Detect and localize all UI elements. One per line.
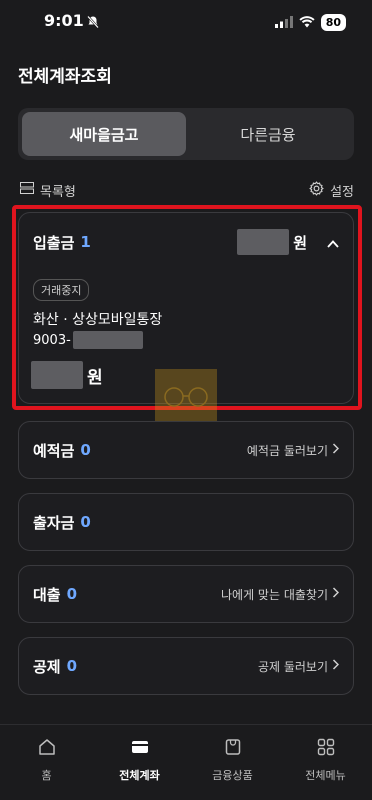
tab-home[interactable]: 홈 bbox=[0, 725, 93, 800]
tab-label: 금융상품 bbox=[212, 769, 253, 782]
chevron-right-icon bbox=[332, 443, 340, 457]
masked-amount bbox=[237, 229, 290, 255]
category-name: 입출금 bbox=[33, 233, 75, 252]
gear-icon bbox=[309, 180, 324, 200]
grid-icon bbox=[316, 737, 336, 760]
savings-card[interactable]: 예적금 0 예적금 둘러보기 bbox=[18, 421, 354, 479]
link-label: 공제 둘러보기 bbox=[257, 659, 328, 674]
tab-label: 홈 bbox=[41, 769, 52, 782]
tab-label: 전체메뉴 bbox=[305, 769, 346, 782]
loan-card[interactable]: 대출 0 나에게 맞는 대출찾기 bbox=[18, 565, 354, 623]
signal-icon bbox=[274, 13, 293, 32]
category-name: 대출 bbox=[33, 585, 61, 604]
battery-indicator: 80 bbox=[320, 14, 346, 31]
status-bar: 9:01 80 bbox=[0, 0, 372, 44]
bell-slash-icon bbox=[86, 14, 100, 33]
category-count: 0 bbox=[66, 657, 78, 675]
category-count: 0 bbox=[80, 513, 91, 531]
tab-all-accounts[interactable]: 전체계좌 bbox=[93, 725, 186, 800]
category-count: 0 bbox=[80, 441, 91, 459]
link-label: 예적금 둘러보기 bbox=[246, 443, 328, 458]
tab-other-finance[interactable]: 다른금융 bbox=[186, 112, 350, 156]
account-number: 9003- bbox=[33, 331, 143, 349]
wifi-icon bbox=[299, 13, 315, 32]
account-number-prefix: 9003- bbox=[33, 332, 71, 348]
list-view-label: 목록형 bbox=[40, 184, 76, 200]
insurance-card[interactable]: 공제 0 공제 둘러보기 bbox=[18, 637, 354, 695]
link-label: 나에게 맞는 대출찾기 bbox=[221, 587, 328, 602]
chevron-right-icon bbox=[332, 659, 340, 673]
category-count: 1 bbox=[80, 233, 91, 251]
status-time: 9:01 bbox=[44, 11, 84, 30]
masked-balance bbox=[31, 361, 83, 389]
list-view-toggle[interactable]: 목록형 bbox=[20, 181, 76, 200]
browse-savings-link[interactable]: 예적금 둘러보기 bbox=[246, 442, 340, 459]
balance-currency-unit: 원 bbox=[87, 367, 103, 388]
chevron-up-icon[interactable] bbox=[327, 233, 339, 252]
bottom-tab-bar: 홈 전체계좌 금융상품 전체메뉴 bbox=[0, 724, 372, 800]
page-title: 전체계좌조회 bbox=[18, 67, 112, 87]
settings-button[interactable]: 설정 bbox=[309, 180, 354, 200]
list-icon bbox=[20, 182, 34, 198]
tab-financial-products[interactable]: 금융상품 bbox=[186, 725, 279, 800]
card-icon bbox=[130, 737, 150, 760]
chevron-right-icon bbox=[332, 587, 340, 601]
category-name: 공제 bbox=[33, 657, 61, 676]
category-count: 0 bbox=[66, 585, 78, 603]
status-badge: 거래중지 bbox=[33, 279, 90, 301]
tab-all-menu[interactable]: 전체메뉴 bbox=[279, 725, 372, 800]
investment-card[interactable]: 출자금 0 bbox=[18, 493, 354, 551]
list-toolbar: 목록형 설정 bbox=[20, 180, 354, 200]
tab-label: 전체계좌 bbox=[119, 769, 160, 782]
institution-segment: 새마을금고 다른금융 bbox=[18, 108, 354, 160]
home-icon bbox=[37, 737, 57, 760]
account-balance: 원 bbox=[31, 361, 103, 389]
tab-saemaeul[interactable]: 새마을금고 bbox=[22, 112, 186, 156]
category-name: 예적금 bbox=[33, 441, 75, 460]
masked-account-number bbox=[72, 331, 143, 349]
find-loan-link[interactable]: 나에게 맞는 대출찾기 bbox=[221, 586, 340, 603]
category-name: 출자금 bbox=[33, 513, 75, 532]
account-name: 화산 · 상상모바일통장 bbox=[33, 312, 163, 328]
shopping-bag-icon bbox=[223, 737, 243, 760]
browse-insurance-link[interactable]: 공제 둘러보기 bbox=[257, 658, 340, 675]
currency-unit: 원 bbox=[293, 233, 307, 252]
settings-label: 설정 bbox=[330, 184, 354, 200]
